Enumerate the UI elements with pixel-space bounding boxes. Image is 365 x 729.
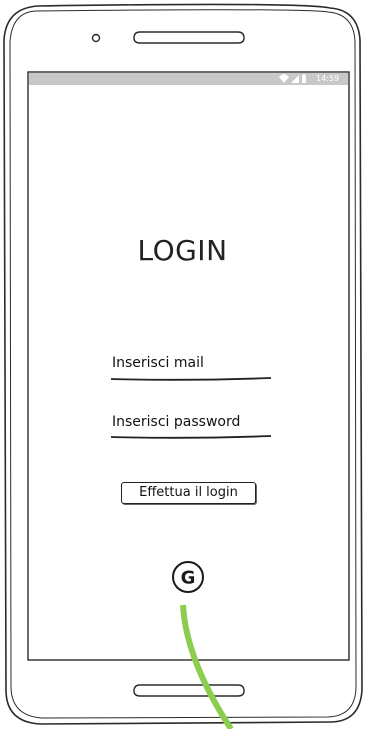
login-button[interactable]: Effettua il login (121, 482, 256, 504)
google-login-button[interactable]: G (167, 556, 209, 598)
speaker-grille (133, 31, 245, 44)
page-title: LOGIN (137, 234, 228, 267)
battery-icon (302, 74, 306, 83)
status-bar (29, 73, 348, 85)
google-glyph: G (181, 568, 196, 589)
google-icon: G (172, 561, 204, 593)
password-placeholder: Inserisci password (112, 414, 241, 430)
front-camera (91, 33, 101, 43)
phone-mockup: 14:59 LOGIN Inserisci mail Inserisci pas… (0, 0, 365, 729)
home-bar (133, 684, 245, 697)
email-placeholder: Inserisci mail (112, 355, 204, 371)
status-time: 14:59 (316, 74, 340, 83)
